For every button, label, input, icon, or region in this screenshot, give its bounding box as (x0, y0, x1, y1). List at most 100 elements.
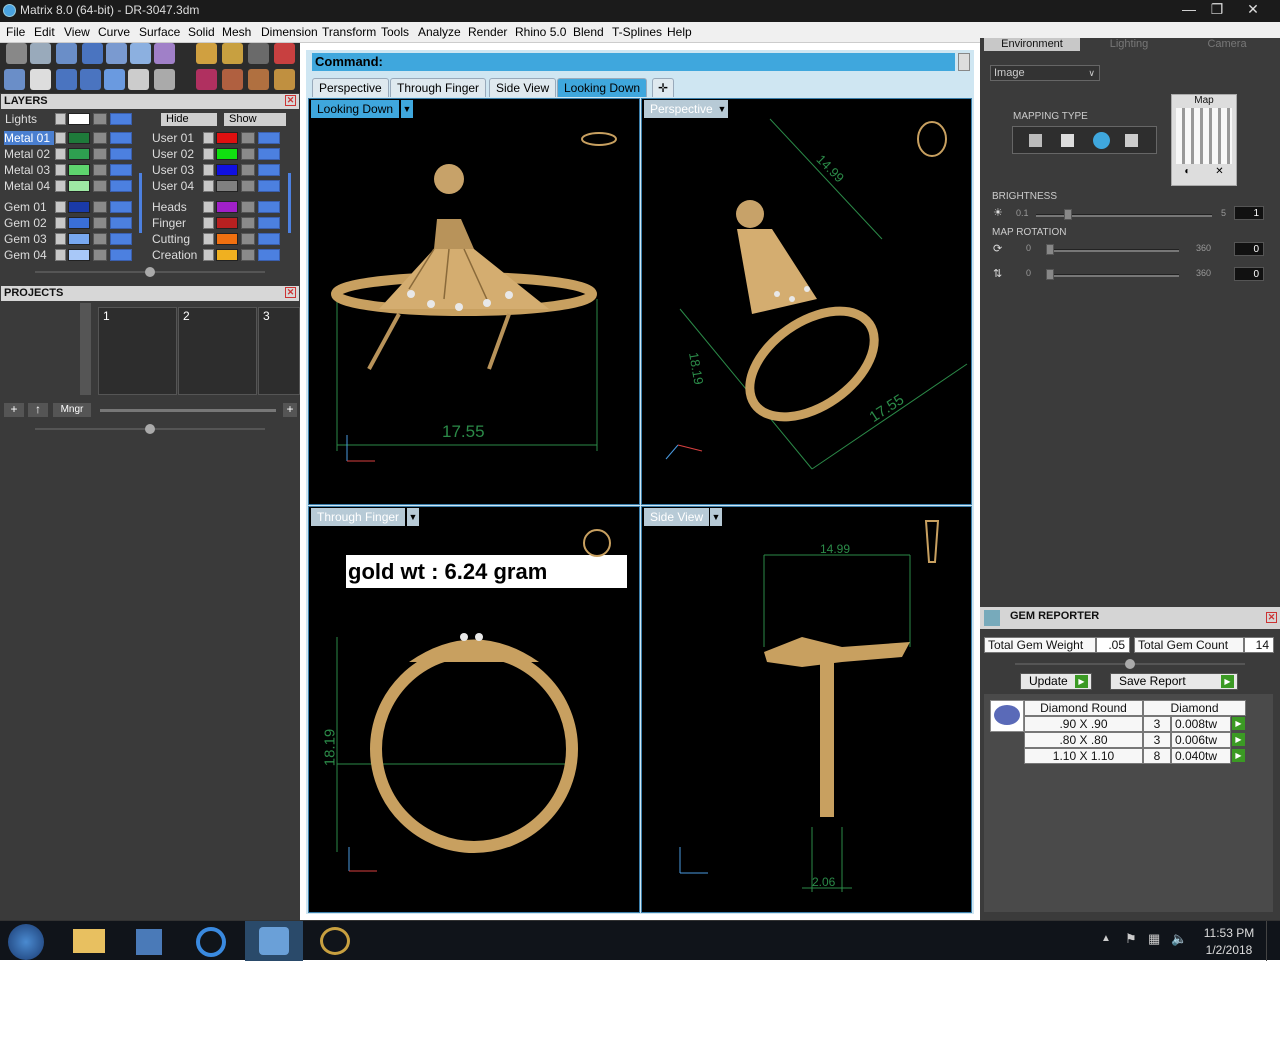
visible-toggle[interactable] (258, 249, 280, 261)
rotation-slider[interactable] (1046, 274, 1179, 277)
expand-icon[interactable] (55, 233, 66, 245)
expand-icon[interactable] (55, 201, 66, 213)
lock-icon[interactable] (93, 201, 107, 213)
taskbar-matrix[interactable] (245, 921, 303, 961)
slider-thumb[interactable] (1064, 209, 1072, 220)
layer-scroll[interactable] (288, 173, 291, 233)
environment-dropdown[interactable]: Image ∨ (990, 65, 1100, 81)
layer-color-swatch[interactable] (68, 249, 90, 261)
layer-name[interactable]: Gem 03 (4, 232, 54, 246)
expand-icon[interactable] (203, 201, 214, 213)
maximize-button[interactable]: ❐ (1202, 0, 1232, 20)
search-icon[interactable] (30, 43, 51, 64)
scrollbar[interactable] (80, 303, 91, 395)
lights-swatch[interactable] (68, 113, 90, 125)
layer-name[interactable]: Gem 04 (4, 248, 54, 262)
viewport-perspective[interactable]: Perspective ▼ 14.99 18.19 17.55 (641, 98, 972, 505)
cube-icon[interactable] (82, 43, 103, 64)
tool-c-icon[interactable] (248, 43, 269, 64)
slider-thumb[interactable] (1046, 269, 1054, 280)
visible-toggle[interactable] (258, 201, 280, 213)
menu-render[interactable]: Render (468, 25, 507, 39)
menu-rhino[interactable]: Rhino 5.0 (515, 25, 566, 39)
visible-toggle[interactable] (110, 180, 132, 192)
grid-icon[interactable] (4, 69, 25, 90)
layer-name[interactable]: Cutting (152, 232, 202, 246)
pen-icon[interactable] (130, 43, 151, 64)
brightness-value[interactable]: 1 (1234, 206, 1264, 220)
hide-button[interactable]: Hide (161, 113, 217, 126)
menu-edit[interactable]: Edit (34, 25, 55, 39)
brightness-slider[interactable] (1036, 214, 1212, 217)
rotation-slider[interactable] (1046, 249, 1179, 252)
rotation-value[interactable]: 0 (1234, 267, 1264, 281)
visible-toggle[interactable] (110, 113, 132, 125)
menu-file[interactable]: File (6, 25, 25, 39)
add-icon[interactable]: + (4, 403, 24, 417)
tool-h-icon[interactable] (274, 69, 295, 90)
close-icon[interactable]: ✕ (1266, 612, 1277, 623)
tab-through-finger[interactable]: Through Finger (390, 78, 487, 97)
layer-color-swatch[interactable] (216, 249, 238, 261)
expand-icon[interactable] (55, 148, 66, 160)
visible-toggle[interactable] (258, 132, 280, 144)
layer-name[interactable]: Metal 03 (4, 163, 54, 177)
layer-name[interactable]: Creation (152, 248, 202, 262)
collapse-icon[interactable] (1125, 659, 1135, 669)
expand-icon[interactable] (55, 113, 66, 125)
layer-name[interactable]: User 01 (152, 131, 202, 145)
spherical-icon[interactable] (1093, 132, 1110, 149)
slider-thumb[interactable] (1046, 244, 1054, 255)
clock[interactable]: 11:53 PM 1/2/2018 (1196, 925, 1262, 959)
box-map-icon[interactable] (1061, 134, 1074, 147)
network-icon[interactable]: ▦ (1148, 931, 1160, 947)
visible-toggle[interactable] (258, 233, 280, 245)
map-thumbnail[interactable]: Map ◐ ✕ (1171, 94, 1237, 186)
close-icon[interactable]: ✕ (1215, 166, 1223, 177)
menu-blend[interactable]: Blend (573, 25, 604, 39)
lock-icon[interactable] (241, 217, 255, 229)
play-icon[interactable]: ▶ (1232, 749, 1245, 762)
menu-mesh[interactable]: Mesh (222, 25, 251, 39)
show-desktop-button[interactable] (1266, 921, 1280, 961)
layer-color-swatch[interactable] (68, 148, 90, 160)
project-slot[interactable]: 2 (178, 307, 257, 395)
gem-icon[interactable] (154, 43, 175, 64)
tab-camera[interactable]: Camera (1178, 38, 1276, 51)
tool-e-icon[interactable] (196, 69, 217, 90)
lock-icon[interactable] (93, 180, 107, 192)
layer-color-swatch[interactable] (216, 217, 238, 229)
project-slot[interactable]: 3 (258, 307, 300, 395)
lock-icon[interactable] (93, 132, 107, 144)
rotation-value[interactable]: 0 (1234, 242, 1264, 256)
play-icon[interactable]: ▶ (1232, 717, 1245, 730)
expand-icon[interactable] (203, 164, 214, 176)
flag-icon[interactable]: ⚑ (1125, 931, 1137, 947)
project-slot[interactable]: 1 (98, 307, 177, 395)
layer-color-swatch[interactable] (216, 164, 238, 176)
visible-toggle[interactable] (110, 249, 132, 261)
visible-toggle[interactable] (258, 217, 280, 229)
planar-icon[interactable] (1029, 134, 1042, 147)
viewport-side-view[interactable]: Side View ▼ 14.99 2.06 (641, 506, 972, 913)
layer-name[interactable]: Metal 02 (4, 147, 54, 161)
visible-toggle[interactable] (110, 148, 132, 160)
window-icon[interactable] (30, 69, 51, 90)
tool-a-icon[interactable] (196, 43, 217, 64)
layer-name[interactable]: Finger (152, 216, 202, 230)
lock-icon[interactable] (241, 180, 255, 192)
expand-icon[interactable] (203, 148, 214, 160)
tab-lighting[interactable]: Lighting (1080, 38, 1178, 51)
close-icon[interactable]: ✕ (285, 287, 296, 298)
manager-button[interactable]: Mngr (53, 403, 91, 417)
lock-icon[interactable] (93, 233, 107, 245)
tool-d-icon[interactable] (274, 43, 295, 64)
add-icon[interactable]: + (283, 403, 297, 417)
layer-color-swatch[interactable] (68, 201, 90, 213)
close-button[interactable]: ✕ (1238, 0, 1268, 20)
lock-icon[interactable] (241, 233, 255, 245)
taskbar-ring-app[interactable] (306, 921, 364, 961)
lock-icon[interactable] (93, 148, 107, 160)
document-icon[interactable] (106, 43, 127, 64)
lock-icon[interactable] (93, 164, 107, 176)
